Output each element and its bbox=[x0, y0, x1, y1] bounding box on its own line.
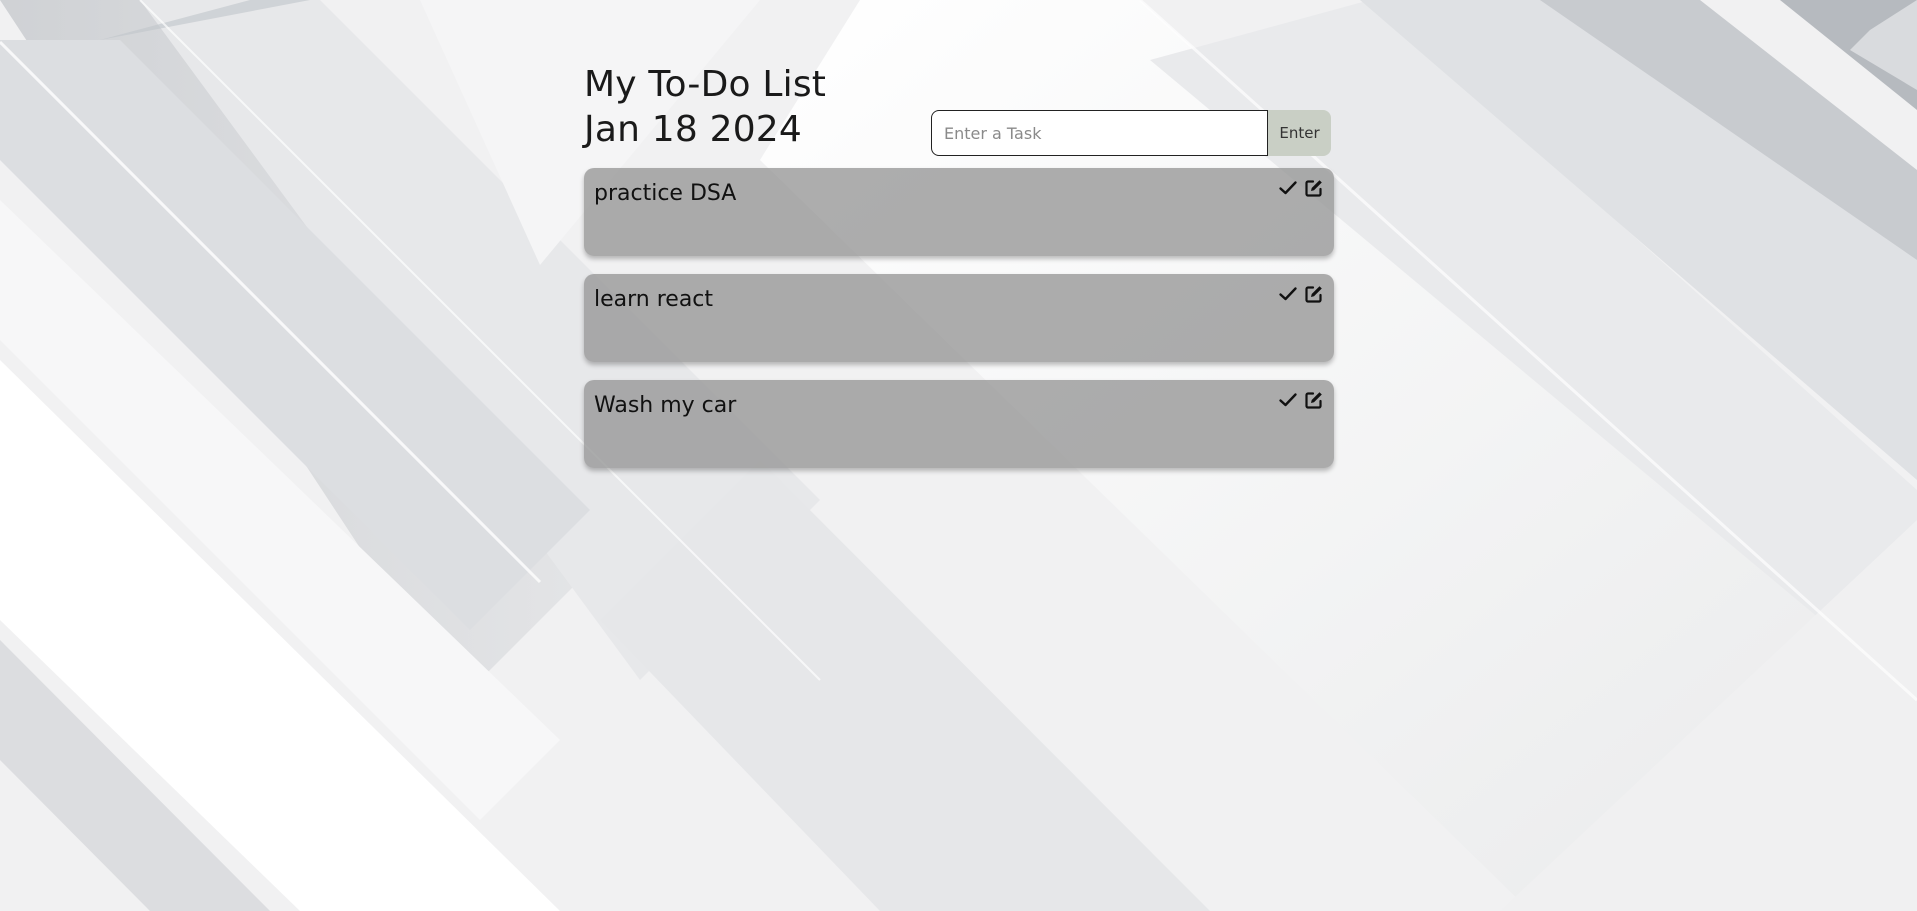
task-card: practice DSA bbox=[584, 168, 1334, 256]
enter-button[interactable]: Enter bbox=[1268, 110, 1331, 156]
task-card: Wash my car bbox=[584, 380, 1334, 468]
task-text: learn react bbox=[594, 287, 714, 312]
task-input-group: Enter bbox=[931, 110, 1331, 156]
task-actions bbox=[1278, 178, 1324, 198]
task-actions bbox=[1278, 284, 1324, 304]
title-text: My To-Do List bbox=[584, 64, 827, 105]
date-text: Jan 18 2024 bbox=[584, 109, 803, 150]
edit-icon[interactable] bbox=[1304, 284, 1324, 304]
task-actions bbox=[1278, 390, 1324, 410]
header: My To-Do List Jan 18 2024 Enter bbox=[584, 62, 1334, 158]
check-icon[interactable] bbox=[1278, 178, 1298, 198]
check-icon[interactable] bbox=[1278, 390, 1298, 410]
check-icon[interactable] bbox=[1278, 284, 1298, 304]
edit-icon[interactable] bbox=[1304, 178, 1324, 198]
task-text: practice DSA bbox=[594, 181, 737, 206]
todo-app: My To-Do List Jan 18 2024 Enter practice… bbox=[584, 62, 1334, 486]
edit-icon[interactable] bbox=[1304, 390, 1324, 410]
task-card: learn react bbox=[584, 274, 1334, 362]
task-text: Wash my car bbox=[594, 393, 737, 418]
task-input[interactable] bbox=[931, 110, 1268, 156]
task-list: practice DSA learn react Wash my car bbox=[584, 168, 1334, 468]
